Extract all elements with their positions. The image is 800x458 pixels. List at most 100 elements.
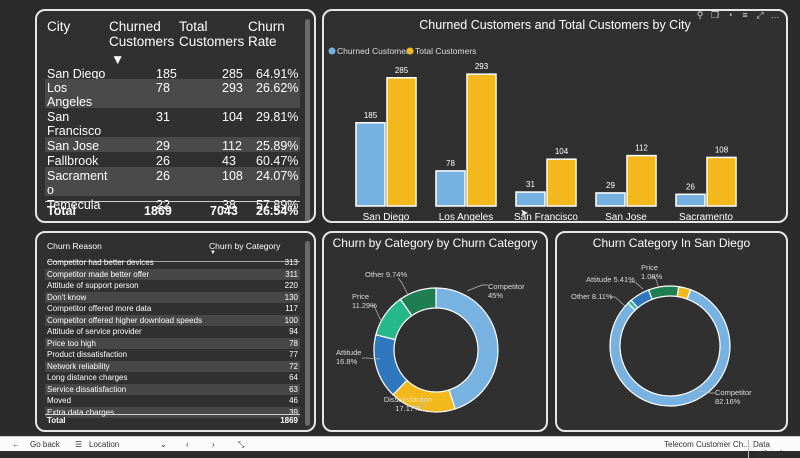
churned-cell: 29	[156, 139, 170, 153]
city-table-scrollbar[interactable]	[305, 19, 310, 221]
bar-value-label: 285	[395, 66, 409, 75]
city-table-panel[interactable]: City Churned Customers ▼ Total Customers…	[35, 9, 316, 223]
bar-value-label: 29	[606, 181, 615, 190]
reason-table-row[interactable]: Attitude of service provider 94	[45, 326, 300, 338]
donut-slice[interactable]	[647, 285, 680, 301]
bar-value-label: 293	[475, 62, 489, 71]
reason-table-row[interactable]: Moved 46	[45, 395, 300, 407]
bar-value-label: 26	[686, 182, 695, 191]
legend-label[interactable]: Total Customers	[415, 46, 476, 56]
bar[interactable]	[595, 192, 626, 207]
x-tick-label: Los Angeles	[439, 212, 494, 223]
legend-marker	[328, 47, 336, 55]
bar[interactable]	[546, 158, 577, 207]
reason-value-cell: 72	[289, 361, 298, 371]
col-churn-category-header[interactable]: Churn by Category	[209, 241, 280, 251]
reason-table-row[interactable]: Network reliability 72	[45, 360, 300, 372]
reason-value-cell: 63	[289, 384, 298, 394]
san-diego-donut-panel[interactable]: Churn Category In San Diego Competitor 82…	[555, 231, 788, 432]
location-dropdown[interactable]: Location	[89, 440, 119, 449]
churn-category-donut-panel[interactable]: Churn by Category by Churn Category Comp…	[322, 231, 548, 432]
next-page-icon[interactable]: ›	[212, 440, 215, 449]
reason-table-row[interactable]: Product dissatisfaction 77	[45, 349, 300, 361]
reason-table-row[interactable]: Don't know 130	[45, 291, 300, 303]
bar[interactable]	[355, 122, 386, 207]
back-arrow-icon[interactable]: ←	[12, 440, 20, 449]
rate-cell: 26.62%	[256, 81, 299, 95]
city-table-row[interactable]: San Diego 185 285 64.91%	[45, 65, 300, 81]
prev-page-icon[interactable]: ‹	[186, 440, 189, 449]
col-total-header-2[interactable]: Customers	[179, 34, 244, 49]
city-table-row[interactable]: San Jose 29 112 25.89%	[45, 137, 300, 153]
bar[interactable]	[626, 154, 657, 207]
total-rate: 26.54%	[256, 204, 299, 218]
reason-value-cell: 313	[284, 258, 298, 267]
expand-icon[interactable]: ⤡	[238, 440, 244, 450]
reason-cell: Competitor made better offer	[47, 269, 150, 279]
city-table-row[interactable]: Los 78 293 26.62% Angeles	[45, 79, 300, 109]
col-rate-header-1[interactable]: Churn	[248, 19, 285, 34]
bar[interactable]	[386, 77, 417, 207]
bar-value-label: 31	[526, 180, 535, 189]
col-city-header[interactable]: City	[47, 19, 70, 34]
go-back-button[interactable]: Go back	[30, 440, 60, 449]
slice-label: Price	[641, 263, 658, 272]
slice-percent: 11.29%	[352, 301, 377, 310]
reason-table-row[interactable]: Long distance charges 64	[45, 372, 300, 384]
location-icon: ☰	[75, 440, 83, 449]
slice-label: Other 8.11%	[571, 292, 613, 301]
bar[interactable]	[675, 193, 706, 207]
bar[interactable]	[435, 170, 466, 207]
reason-table-row[interactable]: Competitor offered higher download speed…	[45, 314, 300, 326]
reason-table-row[interactable]: Attitude of support person 220	[45, 280, 300, 292]
reason-value-cell: 94	[289, 327, 298, 336]
col-churned-header-1[interactable]: Churned	[109, 19, 161, 34]
donut-slice[interactable]	[609, 288, 731, 407]
bar-chart-panel[interactable]: ⚲ ❐ ◔ ≡ ⤢ … Churned Customers and Total …	[322, 9, 788, 223]
donut-slice[interactable]	[373, 333, 408, 396]
city-table-total-row: Total 1869 7043 26.54%	[45, 201, 300, 220]
total-cell: 112	[222, 139, 242, 153]
bar-value-label: 112	[635, 144, 648, 153]
reason-table-row[interactable]: Price too high 78	[45, 337, 300, 349]
city-table-header: City Churned Customers ▼ Total Customers…	[47, 19, 300, 67]
city-table-row[interactable]: Fallbrook 26 43 60.47%	[45, 152, 300, 168]
churned-cell: 78	[156, 81, 170, 95]
reason-value-cell: 64	[289, 373, 298, 382]
col-total-header-1[interactable]: Total	[179, 19, 208, 34]
reason-value-cell: 220	[284, 281, 298, 290]
churn-reason-table-panel[interactable]: Churn Reason Churn by Category ▼ Competi…	[35, 231, 316, 432]
x-tick-label: Sacramento	[679, 212, 733, 223]
churned-cell: 26	[156, 169, 170, 183]
reason-table-row[interactable]: Competitor made better offer 311	[45, 268, 300, 280]
chevron-down-icon[interactable]: ⌄	[160, 440, 167, 449]
city-table-row[interactable]: Sacrament 26 108 24.07% o	[45, 167, 300, 197]
reason-value-cell: 78	[289, 338, 298, 348]
col-churned-header-2[interactable]: Customers	[109, 34, 174, 49]
reason-table-row[interactable]: Competitor had better devices 313	[45, 257, 300, 269]
reason-cell: Moved	[47, 396, 72, 405]
reason-cell: Competitor offered higher download speed…	[47, 315, 203, 325]
bar-value-label: 185	[364, 111, 378, 120]
reason-table-row[interactable]: Service dissatisfaction 63	[45, 383, 300, 395]
slice-label: Competitor	[715, 388, 752, 397]
reason-table-row[interactable]: Competitor offered more data 117	[45, 303, 300, 315]
bar[interactable]	[515, 191, 546, 207]
col-reason-header[interactable]: Churn Reason	[47, 241, 102, 251]
reason-value-cell: 100	[284, 315, 298, 325]
reason-cell: Don't know	[47, 292, 87, 302]
legend-label[interactable]: Churned Customers	[337, 46, 413, 56]
reason-cell: Service dissatisfaction	[47, 384, 127, 394]
city-cell: San Jose	[47, 139, 100, 153]
rate-cell: 25.89%	[256, 139, 299, 153]
bar[interactable]	[466, 73, 497, 207]
donut-chart-churn-category: Competitor45% Dissatisfaction17.17% Attitu…	[336, 270, 525, 413]
report-name: Telecom Customer Ch...	[664, 440, 750, 449]
city-cell-line2: Angeles	[47, 95, 93, 109]
bar[interactable]	[706, 156, 737, 207]
reason-table-total-row: Total 1869	[45, 414, 300, 427]
reason-table-scrollbar[interactable]	[305, 241, 310, 426]
col-rate-header-2[interactable]: Rate	[248, 34, 277, 49]
mouse-cursor-icon: ➤	[520, 208, 529, 219]
city-table-row[interactable]: San 31 104 29.81% Francisco	[45, 108, 300, 138]
